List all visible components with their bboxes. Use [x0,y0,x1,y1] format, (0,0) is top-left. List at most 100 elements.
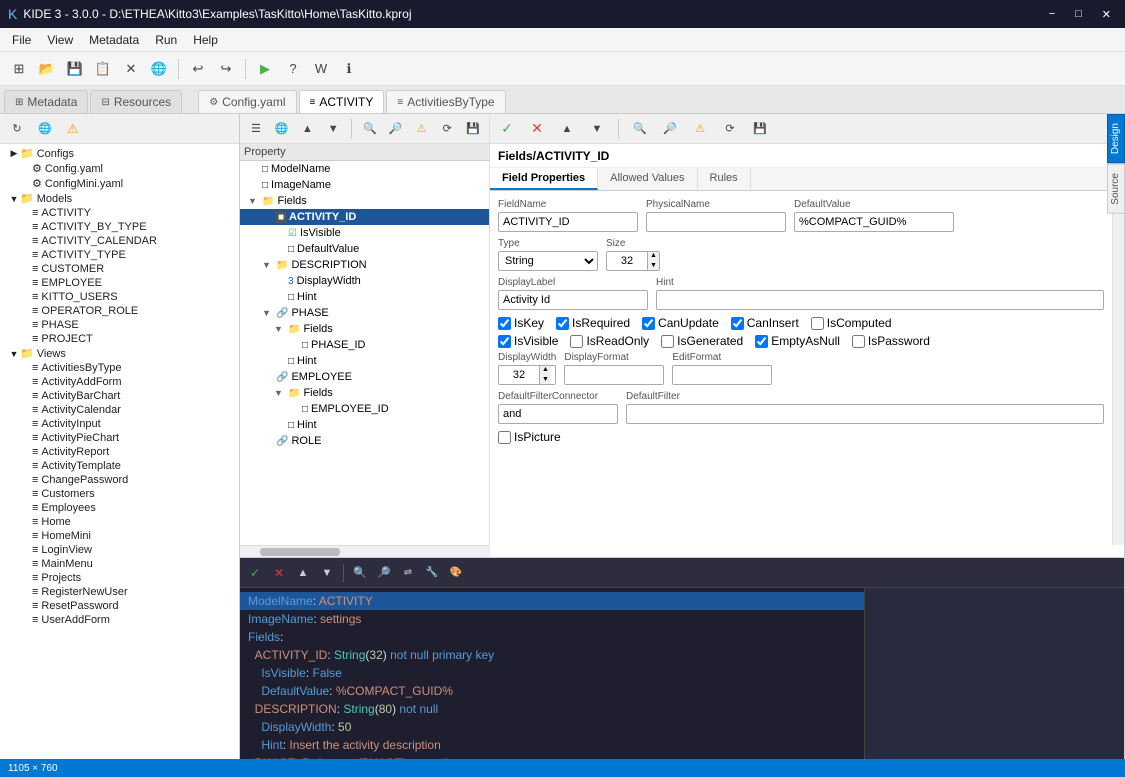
defaultfilterconnector-input[interactable] [498,404,618,424]
tree-node-employee[interactable]: ≡ EMPLOYEE [0,276,239,290]
sidebar-warn-btn[interactable]: ⚠ [60,116,86,142]
save-button[interactable]: 💾 [62,56,88,82]
source-tab[interactable]: Source [1107,164,1125,214]
prop-menu-btn[interactable]: ☰ [244,116,268,142]
maximize-button[interactable]: □ [1069,6,1088,23]
tree-node-kitto-users[interactable]: ≡ KITTO_USERS [0,290,239,304]
tree-node-activity[interactable]: ≡ ACTIVITY [0,206,239,220]
tree-node-configminiyaml[interactable]: ⚙ ConfigMini.yaml [0,176,239,191]
tree-node-activitypiechart[interactable]: ≡ ActivityPieChart [0,431,239,445]
prop-node-imagename[interactable]: □ ImageName [240,177,489,193]
code-tool-btn[interactable]: 🔧 [421,562,443,584]
help-button[interactable]: ? [280,56,306,82]
defaultvalue-input[interactable] [794,212,954,232]
iskey-item[interactable]: IsKey [498,316,544,330]
code-accept-btn[interactable]: ✓ [244,562,266,584]
tree-node-mainmenu[interactable]: ≡ MainMenu [0,557,239,571]
save-fields-btn[interactable]: 💾 [747,116,773,142]
size-spinner[interactable]: ▲ ▼ [606,251,660,271]
prop-node-activity-id[interactable]: ■ ACTIVITY_ID [240,209,489,225]
undo-button[interactable]: ↩ [185,56,211,82]
prop-node-description[interactable]: ▼ 📁 DESCRIPTION [240,257,489,273]
menu-view[interactable]: View [39,31,81,49]
info-button[interactable]: ℹ [336,56,362,82]
canupdate-checkbox[interactable] [642,317,655,330]
history-btn[interactable]: ⟳ [717,116,743,142]
emp-prop-expand[interactable] [262,372,276,382]
size-up[interactable]: ▲ [648,251,659,261]
sidebar-refresh-btn[interactable]: ↻ [4,116,30,142]
tree-node-resetpassword[interactable]: ≡ ResetPassword [0,599,239,613]
tree-node-activityinput[interactable]: ≡ ActivityInput [0,417,239,431]
resources-button[interactable]: 🌐 [146,56,172,82]
editformat-input[interactable] [672,365,772,385]
prop-node-defaultvalue[interactable]: □ DefaultValue [240,241,489,257]
tree-node-project[interactable]: ≡ PROJECT [0,332,239,346]
close-button[interactable]: ✕ [1096,6,1117,23]
description-expand[interactable]: ▼ [262,260,276,270]
prop-node-emp-id[interactable]: □ EMPLOYEE_ID [240,401,489,417]
saveas-button[interactable]: 📋 [90,56,116,82]
prop-node-fields[interactable]: ▼ 📁 Fields [240,193,489,209]
defaultfilter-input[interactable] [626,404,1104,424]
fields-expand[interactable]: ▼ [248,196,262,206]
prop-node-hint[interactable]: □ Hint [240,289,489,305]
caninsert-item[interactable]: CanInsert [731,316,799,330]
tree-node-homemini[interactable]: ≡ HomeMini [0,529,239,543]
isvisible-item[interactable]: IsVisible [498,334,558,348]
tree-node-registernewuser[interactable]: ≡ RegisterNewUser [0,585,239,599]
prop-zoomout-btn[interactable]: 🔎 [384,116,408,142]
prop-node-isvisible[interactable]: ☑ IsVisible [240,225,489,241]
menu-help[interactable]: Help [185,31,226,49]
displaywidth-input[interactable] [499,367,539,383]
code-down-btn[interactable]: ▼ [316,562,338,584]
tree-node-activity-calendar[interactable]: ≡ ACTIVITY_CALENDAR [0,234,239,248]
minimize-button[interactable]: − [1043,6,1061,23]
open-button[interactable]: 📂 [34,56,60,82]
tree-node-activityreport[interactable]: ≡ ActivityReport [0,445,239,459]
prop-node-role[interactable]: 🔗 ROLE [240,433,489,449]
prop-save-btn[interactable]: 💾 [461,116,485,142]
tab-metadata[interactable]: ⊞ Metadata [4,90,88,113]
tree-node-activitytemplate[interactable]: ≡ ActivityTemplate [0,459,239,473]
up-btn[interactable]: ▲ [554,116,580,142]
prop-node-displaywidth[interactable]: 3 DisplayWidth [240,273,489,289]
isrequired-item[interactable]: IsRequired [556,316,630,330]
tree-node-customers[interactable]: ≡ Customers [0,487,239,501]
code-color-btn[interactable]: 🎨 [445,562,467,584]
prop-history-btn[interactable]: ⟳ [435,116,459,142]
tab-activitiesbytype[interactable]: ≡ ActivitiesByType [386,90,505,113]
isrequired-checkbox[interactable] [556,317,569,330]
tree-node-models[interactable]: ▼ 📁 Models [0,191,239,206]
prop-up-btn[interactable]: ▲ [296,116,320,142]
code-content[interactable]: ModelName: ACTIVITY ImageName: settings … [240,588,864,777]
prop-node-phase-fields[interactable]: ▼ 📁 Fields [240,321,489,337]
isvisible-form-checkbox[interactable] [498,335,511,348]
tree-node-activitiesbytype-view[interactable]: ≡ ActivitiesByType [0,361,239,375]
run-button[interactable]: ▶ [252,56,278,82]
searchback-btn[interactable]: 🔎 [657,116,683,142]
tree-node-loginview[interactable]: ≡ LoginView [0,543,239,557]
search-btn[interactable]: 🔍 [627,116,653,142]
physicalname-input[interactable] [646,212,786,232]
tree-node-projects[interactable]: ≡ Projects [0,571,239,585]
tree-node-activity-type[interactable]: ≡ ACTIVITY_TYPE [0,248,239,262]
isreadonly-checkbox[interactable] [570,335,583,348]
views-expand[interactable]: ▼ [8,349,20,359]
design-tab[interactable]: Design [1107,114,1125,163]
iskey-checkbox[interactable] [498,317,511,330]
code-up-btn[interactable]: ▲ [292,562,314,584]
wiki-button[interactable]: W [308,56,334,82]
menu-run[interactable]: Run [147,31,185,49]
isgenerated-checkbox[interactable] [661,335,674,348]
prop-node-phase-hint[interactable]: □ Hint [240,353,489,369]
displaylabel-input[interactable] [498,290,648,310]
menu-file[interactable]: File [4,31,39,49]
phase-prop-expand[interactable]: ▼ [262,308,276,318]
ispassword-checkbox[interactable] [852,335,865,348]
tree-node-home[interactable]: ≡ Home [0,515,239,529]
caninsert-checkbox[interactable] [731,317,744,330]
ispicture-checkbox[interactable] [498,431,511,444]
size-down[interactable]: ▼ [648,261,659,271]
tree-node-activitycalendar[interactable]: ≡ ActivityCalendar [0,403,239,417]
